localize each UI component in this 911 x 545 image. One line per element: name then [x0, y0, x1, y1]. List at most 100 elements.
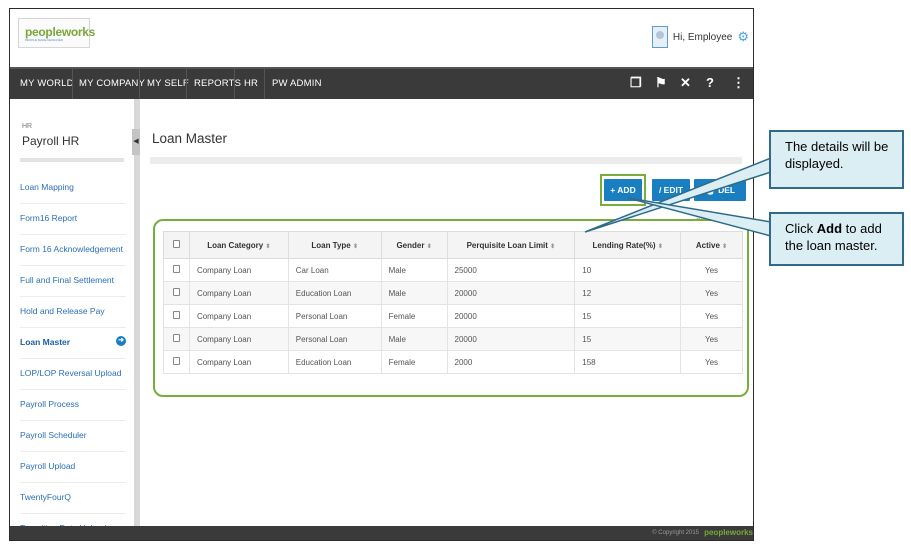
- row-select-cell[interactable]: [163, 327, 190, 351]
- nav-divider: [186, 69, 187, 99]
- cell-loan-category: Company Loan: [188, 258, 289, 282]
- nav-item-my-company[interactable]: MY COMPANY: [79, 78, 145, 89]
- cell-gender: Female: [380, 350, 448, 374]
- user-menu[interactable]: Hi, Employee ⚙: [651, 25, 749, 49]
- table-row[interactable]: Company Loan Education Loan Female 2000 …: [163, 350, 743, 374]
- cell-lending-rate: 10: [574, 258, 682, 282]
- logo-text: peopleworks: [25, 25, 96, 39]
- cell-loan-type: Car Loan: [287, 258, 382, 282]
- cell-lending-rate: 15: [574, 327, 682, 351]
- column-header-lending-rate[interactable]: Lending Rate(%) ⬍: [574, 231, 682, 259]
- row-checkbox[interactable]: [172, 265, 180, 273]
- nav-divider: [264, 69, 265, 99]
- tools-icon[interactable]: ✕: [680, 75, 691, 91]
- cell-loan-limit: 20000: [446, 281, 576, 305]
- nav-divider: [72, 69, 73, 99]
- row-checkbox[interactable]: [172, 334, 180, 342]
- sidebar-item-loan-mapping[interactable]: Loan Mapping: [20, 173, 126, 204]
- table-row[interactable]: Company Loan Personal Loan Male 20000 15…: [163, 327, 743, 351]
- row-checkbox[interactable]: [172, 357, 180, 365]
- cell-active: Yes: [680, 258, 743, 282]
- sort-icon[interactable]: ⬍: [427, 244, 432, 250]
- nav-item-my-self[interactable]: MY SELF: [147, 78, 189, 89]
- cell-loan-limit: 25000: [446, 258, 576, 282]
- cell-loan-category: Company Loan: [188, 327, 289, 351]
- sidebar-item-hold-release-pay[interactable]: Hold and Release Pay: [20, 297, 126, 328]
- edit-button[interactable]: / EDIT: [652, 179, 690, 201]
- cell-gender: Male: [380, 281, 448, 305]
- cell-loan-limit: 20000: [446, 304, 576, 328]
- callout-add-prefix: Click: [785, 221, 817, 236]
- sidebar-item-payroll-process[interactable]: Payroll Process: [20, 390, 126, 421]
- column-header-label: Perquisite Loan Limit: [466, 240, 548, 250]
- cell-loan-category: Company Loan: [188, 304, 289, 328]
- gear-icon[interactable]: ⚙: [737, 29, 749, 45]
- cell-active: Yes: [680, 304, 743, 328]
- nav-item-hr[interactable]: HR: [244, 78, 258, 89]
- sidebar-item-twentyfourq[interactable]: TwentyFourQ: [20, 483, 126, 514]
- user-greeting: Hi, Employee: [672, 31, 733, 43]
- column-header-label: Loan Category: [207, 240, 264, 250]
- row-checkbox[interactable]: [172, 288, 180, 296]
- company-logo[interactable]: peopleworks PEOPLE MADE DESIGNED: [18, 18, 95, 48]
- sidebar-item-payroll-upload[interactable]: Payroll Upload: [20, 452, 126, 483]
- row-select-cell[interactable]: [163, 258, 190, 282]
- callout-details-text: The details will be displayed.: [785, 139, 889, 171]
- table-row[interactable]: Company Loan Personal Loan Female 20000 …: [163, 304, 743, 328]
- cell-loan-category: Company Loan: [188, 350, 289, 374]
- select-all-checkbox[interactable]: [172, 240, 180, 248]
- row-select-cell[interactable]: [163, 350, 190, 374]
- column-header-label: Active: [695, 240, 720, 250]
- row-select-cell[interactable]: [163, 281, 190, 305]
- column-header-loan-type[interactable]: Loan Type ⬍: [287, 231, 382, 259]
- avatar[interactable]: [651, 26, 668, 48]
- column-header-gender[interactable]: Gender ⬍: [380, 231, 448, 259]
- column-header-perquisite-loan-limit[interactable]: Perquisite Loan Limit ⬍: [446, 231, 576, 259]
- cell-loan-limit: 2000: [446, 350, 576, 374]
- help-icon[interactable]: ?: [706, 75, 714, 90]
- column-header-label: Loan Type: [311, 240, 351, 250]
- nav-item-pw-admin[interactable]: PW ADMIN: [272, 78, 322, 89]
- chevron-right-icon: ➜: [116, 336, 126, 346]
- page-title: Loan Master: [152, 131, 228, 146]
- column-header-loan-category[interactable]: Loan Category ⬍: [188, 231, 289, 259]
- sidebar-item-label: Payroll Process: [20, 399, 80, 409]
- sidebar-item-lop-reversal-upload[interactable]: LOP/LOP Reversal Upload: [20, 359, 126, 390]
- add-button[interactable]: + ADD: [604, 179, 642, 201]
- sidebar: HR Payroll HR Loan Mapping Form16 Report…: [10, 99, 134, 533]
- app-footer: © Copyright 2015 peopleworks: [10, 526, 753, 540]
- column-header-active[interactable]: Active ⬍: [680, 231, 743, 259]
- table-header-row: Loan Category ⬍ Loan Type ⬍ Gender ⬍ Per…: [163, 231, 743, 259]
- sidebar-item-label: Loan Mapping: [20, 182, 74, 192]
- cell-loan-type: Education Loan: [287, 350, 382, 374]
- title-divider: [150, 157, 742, 164]
- top-nav: MY WORLD MY COMPANY MY SELF REPORTS HR P…: [10, 67, 753, 99]
- nav-item-my-world[interactable]: MY WORLD: [20, 78, 74, 89]
- cell-loan-type: Education Loan: [287, 281, 382, 305]
- main-content: Loan Master + ADD / EDIT 🗑 DEL Show Loan…: [140, 99, 753, 526]
- table-row[interactable]: Company Loan Education Loan Male 20000 1…: [163, 281, 743, 305]
- sort-icon[interactable]: ⬍: [658, 244, 663, 250]
- book-icon[interactable]: ❐: [630, 75, 642, 91]
- logo-tagline: PEOPLE MADE DESIGNED: [25, 38, 64, 42]
- flag-icon[interactable]: ⚑: [655, 75, 667, 91]
- select-all-cell[interactable]: [163, 231, 190, 259]
- sidebar-item-form16-report[interactable]: Form16 Report: [20, 204, 126, 235]
- sidebar-item-payroll-scheduler[interactable]: Payroll Scheduler: [20, 421, 126, 452]
- sort-icon[interactable]: ⬍: [265, 244, 270, 250]
- sort-icon[interactable]: ⬍: [722, 244, 727, 250]
- sidebar-item-full-final-settlement[interactable]: Full and Final Settlement: [20, 266, 126, 297]
- sidebar-section-label: HR: [22, 123, 33, 130]
- column-header-label: Lending Rate(%): [592, 240, 656, 250]
- share-icon[interactable]: ⋮: [732, 75, 745, 91]
- sidebar-item-form16-acknowledgement[interactable]: Form 16 Acknowledgement: [20, 235, 126, 266]
- table-row[interactable]: Company Loan Car Loan Male 25000 10 Yes: [163, 258, 743, 282]
- sort-icon[interactable]: ⬍: [353, 244, 358, 250]
- cell-gender: Male: [380, 327, 448, 351]
- sidebar-item-loan-master[interactable]: Loan Master ➜: [20, 328, 126, 359]
- sort-icon[interactable]: ⬍: [550, 244, 555, 250]
- delete-button[interactable]: 🗑 DEL: [694, 179, 746, 201]
- collapse-sidebar-icon[interactable]: ◀: [132, 129, 140, 155]
- row-select-cell[interactable]: [163, 304, 190, 328]
- row-checkbox[interactable]: [172, 311, 180, 319]
